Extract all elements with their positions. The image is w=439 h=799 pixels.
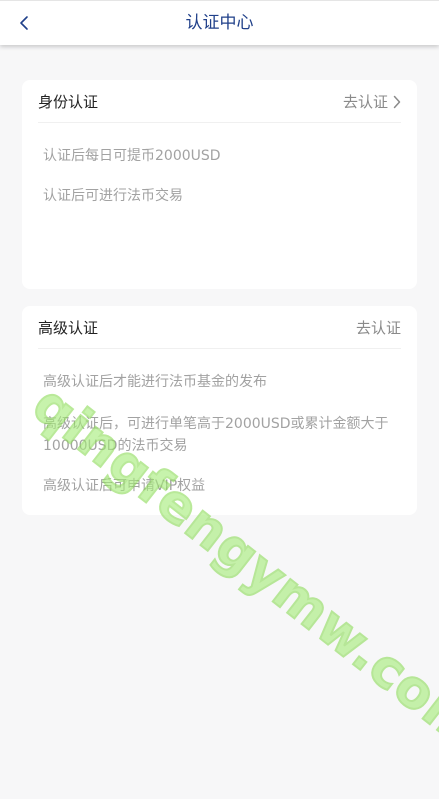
advanced-verification-card: 高级认证 去认证 高级认证后才能进行法币基金的发布 高级认证后，可进行单笔高于2…: [22, 306, 417, 515]
advanced-card-header: 高级认证 去认证: [38, 306, 401, 349]
chevron-right-icon: [393, 95, 401, 109]
identity-benefit-item: 认证后每日可提币2000USD: [43, 148, 221, 164]
identity-verify-button[interactable]: 去认证: [343, 91, 401, 112]
identity-verify-label: 去认证: [342, 93, 388, 111]
identity-card-title: 身份认证: [38, 93, 99, 111]
top-nav-bar: 认证中心: [0, 0, 439, 45]
identity-card-header: 身份认证 去认证: [38, 80, 401, 123]
identity-verification-card: 身份认证 去认证 认证后每日可提币2000USD 认证后可进行法币交易: [22, 80, 417, 289]
advanced-verify-label: 去认证: [355, 319, 401, 337]
identity-benefit-item: 认证后可进行法币交易: [43, 188, 183, 204]
advanced-card-title: 高级认证: [38, 319, 99, 337]
advanced-benefit-item: 高级认证后才能进行法币基金的发布: [43, 374, 267, 390]
advanced-benefit-item: 高级认证后可申请VIP权益: [43, 478, 206, 494]
advanced-verify-button[interactable]: 去认证: [356, 317, 401, 338]
advanced-benefit-item: 高级认证后，可进行单笔高于2000USD或累计金额大于10000USD的法币交易: [43, 416, 389, 454]
page-title: 认证中心: [185, 13, 254, 33]
